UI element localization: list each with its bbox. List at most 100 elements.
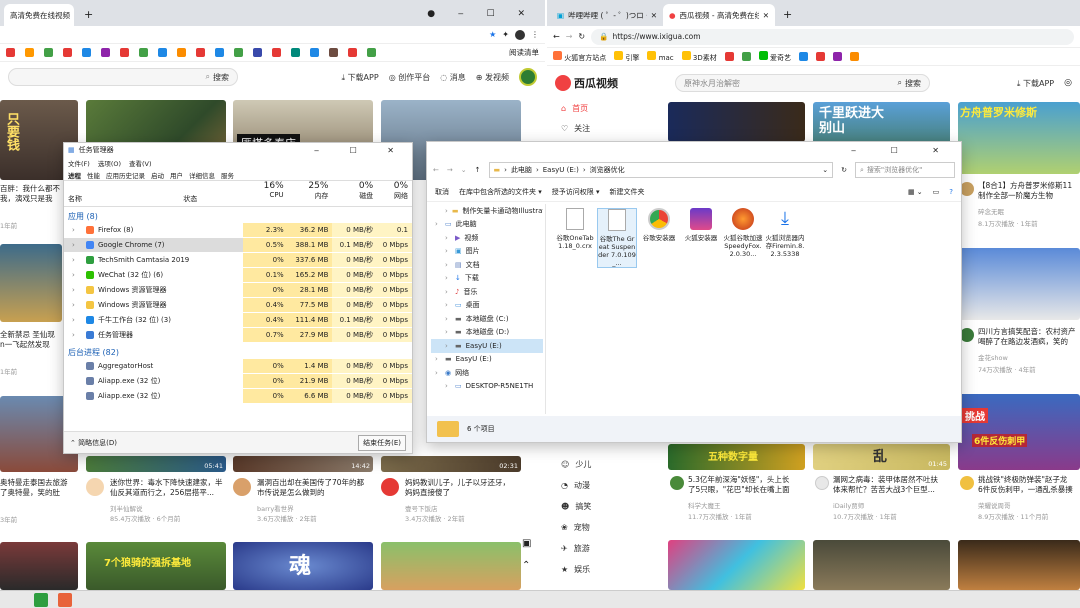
process-row[interactable]: › WeChat (32 位) (6) 0.1% 165.2 MB 0 MB/秒 0 Mb… bbox=[64, 268, 412, 283]
bookmark-icon[interactable] bbox=[367, 48, 376, 57]
bookmark-icon[interactable] bbox=[139, 48, 148, 57]
process-row[interactable]: › Google Chrome (7) 0.5% 388.1 MB 0.1 MB/秒 0 … bbox=[64, 238, 412, 253]
avatar[interactable] bbox=[86, 478, 104, 496]
avatar[interactable] bbox=[519, 68, 537, 86]
tab-performance[interactable]: 性能 bbox=[87, 170, 100, 180]
menu-icon[interactable]: ◎ bbox=[1064, 78, 1072, 88]
scroll-top-icon[interactable]: ⌃ bbox=[522, 560, 530, 571]
expand-icon[interactable]: › bbox=[72, 271, 82, 279]
col-network[interactable]: 0% 网络 bbox=[377, 181, 412, 206]
background-process-row[interactable]: Aliapp.exe (32 位) 0% 21.9 MB 0 MB/秒 0 Mbps bbox=[64, 374, 412, 389]
bookmark-iqiyi[interactable]: 爱奇艺 bbox=[758, 50, 791, 63]
nav-kids[interactable]: ☺ 少儿 bbox=[561, 459, 591, 470]
video-title[interactable]: 迷你世界：毒水下降快速建家，半 仙反其道而行之，256层搭平... bbox=[110, 478, 228, 498]
forward-icon[interactable]: → bbox=[566, 32, 573, 41]
upload-button[interactable]: ⊕ 发视频 bbox=[476, 72, 509, 83]
chevron-right-icon[interactable]: › bbox=[445, 261, 451, 269]
video-title[interactable]: 挑战铁"终极防弹装"赵子龙 6件反伤刺甲，一通乱杀暴揍 bbox=[978, 475, 1080, 495]
bookmark-icon[interactable] bbox=[158, 48, 167, 57]
bookmark-icon[interactable] bbox=[44, 48, 53, 57]
search-button[interactable]: 搜索 bbox=[905, 78, 921, 89]
nav-pane-item[interactable]: › ▶ 视频 bbox=[431, 231, 543, 245]
window-controls[interactable]: ‒ ☐ ✕ bbox=[314, 146, 408, 155]
avatar[interactable] bbox=[233, 478, 251, 496]
video-thumbnail[interactable]: 02:31 bbox=[381, 456, 521, 472]
bookmark-icon[interactable] bbox=[120, 48, 129, 57]
bookmark-icon[interactable] bbox=[253, 48, 262, 57]
less-details-button[interactable]: ⌃ 简略信息(D) bbox=[70, 438, 117, 448]
video-author[interactable]: 金花show bbox=[978, 352, 1008, 362]
video-author[interactable]: 荣耀说周哥 bbox=[978, 500, 1011, 510]
video-title[interactable]: 奥特曼走泰国去旅游 了奥特曼，笑的肚 bbox=[0, 478, 80, 498]
up-icon[interactable]: ↑ bbox=[475, 166, 481, 174]
feedback-icon[interactable]: ▣ bbox=[522, 538, 531, 549]
expand-icon[interactable]: › bbox=[72, 301, 82, 309]
expand-icon[interactable]: › bbox=[72, 286, 82, 294]
chevron-right-icon[interactable]: › bbox=[435, 369, 441, 377]
close-icon[interactable]: ✕ bbox=[763, 11, 769, 20]
bookmark-folder-engine[interactable]: 引擎 bbox=[614, 50, 639, 63]
video-thumbnail[interactable]: 魂 bbox=[233, 542, 373, 590]
file-item[interactable]: 谷歌The Great Suspender 7.0.109_... bbox=[597, 208, 637, 268]
bookmark-icon[interactable] bbox=[310, 48, 319, 57]
nav-pane-item[interactable]: › ▬ 本地磁盘 (C:) bbox=[431, 312, 543, 326]
pane-icon[interactable]: ▭ bbox=[933, 188, 940, 196]
avatar[interactable] bbox=[670, 476, 684, 490]
nav-follow[interactable]: ♡ 关注 bbox=[561, 123, 590, 134]
nav-pane-item[interactable]: › ▬ 本地磁盘 (D:) bbox=[431, 326, 543, 340]
file-item[interactable]: 谷歌安装器 bbox=[639, 208, 679, 242]
bookmark-folder-mac[interactable]: mac bbox=[647, 51, 674, 62]
extensions-icon[interactable]: ★ bbox=[489, 30, 496, 39]
avatar[interactable] bbox=[960, 182, 974, 196]
menu-view[interactable]: 查看(V) bbox=[129, 158, 152, 168]
video-author[interactable]: iDaily贾师 bbox=[833, 500, 864, 510]
bookmark-icon[interactable] bbox=[215, 48, 224, 57]
tab-xigua[interactable]: ● 西瓜视频 - 高清免费在线视频 ✕ bbox=[663, 4, 775, 26]
process-row[interactable]: › Windows 资源管理器 0% 28.1 MB 0 MB/秒 0 Mbps bbox=[64, 283, 412, 298]
tab-processes[interactable]: 进程 bbox=[68, 170, 81, 180]
video-thumbnail[interactable] bbox=[668, 540, 805, 590]
process-row[interactable]: › Firefox (8) 2.3%36.2 MB0 MB/秒0.1 Mbps bbox=[64, 223, 412, 249]
menu-options[interactable]: 选项(O) bbox=[98, 158, 121, 168]
video-thumbnail[interactable]: 7个狼骑的强拆基地 bbox=[86, 542, 226, 590]
video-author[interactable]: 碎念无眠 bbox=[978, 206, 1004, 216]
video-thumbnail[interactable]: 14:42 bbox=[233, 456, 373, 472]
video-thumbnail[interactable] bbox=[381, 542, 521, 590]
video-title[interactable]: 漏洞百出却在美国传了70年的都 市传说是怎么做到的 bbox=[257, 478, 375, 498]
nav-pane-item[interactable]: › ▭ 此电脑 bbox=[431, 218, 543, 232]
video-thumbnail[interactable] bbox=[813, 540, 950, 590]
video-thumbnail[interactable]: 方舟普罗米修斯 bbox=[958, 102, 1080, 174]
download-app-button[interactable]: ⤓ 下载APP bbox=[1017, 78, 1054, 89]
col-cpu[interactable]: 16% CPU bbox=[243, 181, 288, 206]
video-thumbnail[interactable] bbox=[0, 244, 62, 322]
col-status[interactable]: 状态 bbox=[183, 181, 243, 206]
refresh-icon[interactable]: ↻ bbox=[841, 166, 847, 174]
bookmark-folder-3d[interactable]: 3D素材 bbox=[681, 50, 717, 63]
new-tab-icon[interactable]: + bbox=[783, 8, 792, 21]
file-item[interactable]: 火狐安装器 bbox=[681, 208, 721, 242]
chevron-right-icon[interactable]: › bbox=[445, 288, 451, 296]
search-field[interactable]: ⌕ 搜索"浏览器优化" bbox=[855, 162, 955, 178]
window-controls[interactable]: ● ‒ ☐ ✕ bbox=[427, 9, 535, 19]
chevron-right-icon[interactable]: › bbox=[445, 342, 451, 350]
bookmark-icon[interactable] bbox=[291, 48, 300, 57]
xigua-logo[interactable]: 西瓜视频 bbox=[555, 75, 665, 91]
camtasia-icon[interactable] bbox=[34, 593, 48, 607]
bookmark-icon[interactable] bbox=[196, 48, 205, 57]
cancel-command[interactable]: 取消 bbox=[435, 187, 449, 197]
bookmark-icon[interactable] bbox=[849, 52, 859, 61]
breadcrumb-folder[interactable]: 浏览器优化 bbox=[590, 165, 625, 175]
address-bar[interactable]: ▬ › 此电脑 › EasyU (E:) › 浏览器优化 ⌄ bbox=[488, 162, 834, 178]
bookmark-icon[interactable] bbox=[348, 48, 357, 57]
background-process-row[interactable]: Aliapp.exe (32 位) 0% 6.6 MB 0 MB/秒 0 Mbps bbox=[64, 389, 412, 404]
reload-icon[interactable]: ↻ bbox=[578, 32, 585, 41]
bookmark-icon[interactable] bbox=[815, 52, 825, 61]
file-item[interactable]: 谷歌OneTab1.18_0.crx bbox=[555, 208, 595, 250]
col-name[interactable]: 名称 bbox=[64, 181, 183, 206]
bookmark-icon[interactable] bbox=[724, 52, 734, 61]
chevron-right-icon[interactable]: › bbox=[445, 207, 448, 215]
video-thumbnail[interactable]: 乱 01:45 bbox=[813, 444, 950, 470]
file-item[interactable]: ⤓ 火狐浏览器内存Firemin.8.2.3.5338 bbox=[765, 208, 805, 258]
help-icon[interactable]: ? bbox=[949, 188, 953, 196]
bookmark-icon[interactable] bbox=[798, 52, 808, 61]
